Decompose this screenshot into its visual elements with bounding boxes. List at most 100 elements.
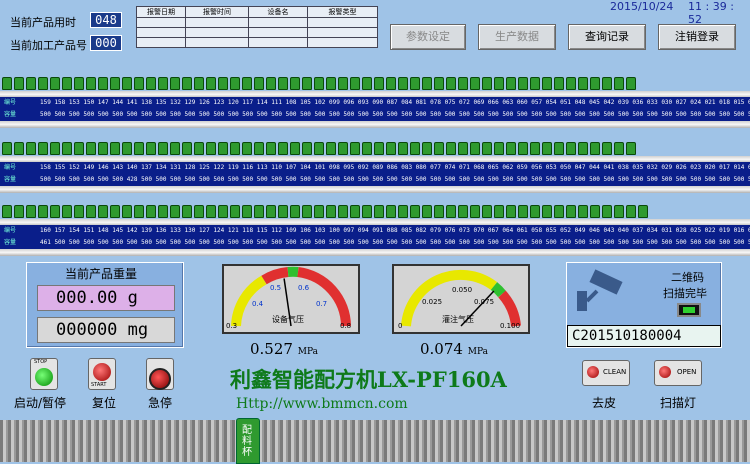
bottle (26, 205, 36, 218)
bottle (218, 205, 228, 218)
scan-light-lamp (659, 366, 671, 378)
reading-value: 0.074 (420, 340, 463, 358)
bottle (50, 205, 60, 218)
bottle (386, 205, 396, 218)
bottle (206, 205, 216, 218)
bottle-row-1 (2, 77, 748, 91)
bottle (590, 142, 600, 155)
device-pressure-dial: 0.3 0.4 0.5 0.6 0.7 0.8 设备气压 (224, 266, 358, 332)
bottle (230, 77, 240, 90)
logout-button[interactable]: 注销登录 (658, 24, 736, 50)
reset-button[interactable]: START (88, 358, 116, 390)
line-status-strip-3: 编号容量 160 157 154 151 148 145 142 139 136… (0, 225, 750, 249)
bottle (350, 142, 360, 155)
bottle (434, 205, 444, 218)
tick-label: 0.025 (422, 298, 442, 306)
start-lamp (35, 368, 53, 386)
line-qtys: 500 500 500 500 500 500 500 500 500 500 … (40, 109, 750, 121)
line-qtys: 461 500 500 500 500 500 500 500 500 500 … (40, 237, 750, 249)
param-settings-button[interactable]: 参数设定 (390, 24, 466, 50)
bottle (350, 205, 360, 218)
bottle (98, 205, 108, 218)
emergency-stop-label: 急停 (148, 394, 172, 411)
bottle (458, 142, 468, 155)
bottle (494, 77, 504, 90)
stop-tag: STOP (34, 359, 47, 365)
product-no-label: 当前加工产品号 (10, 37, 87, 53)
weight-panel: 当前产品重量 000.00 g 000000 mg (26, 262, 184, 348)
bottle (434, 142, 444, 155)
bottle (170, 77, 180, 90)
tare-button[interactable]: CLEAN (582, 360, 630, 386)
bottle (614, 205, 624, 218)
tick-label: 0.5 (270, 284, 281, 292)
bottle (374, 77, 384, 90)
reset-label: 复位 (92, 394, 116, 411)
tare-label: 去皮 (592, 394, 616, 411)
bottle (314, 142, 324, 155)
bottle (50, 77, 60, 90)
line-ids: 160 157 154 151 148 145 142 139 136 133 … (40, 225, 750, 237)
bottle (506, 77, 516, 90)
bottle (470, 205, 480, 218)
bottle (86, 142, 96, 155)
line-status-strip-1: 编号容量 159 158 153 150 147 144 141 138 135… (0, 97, 750, 121)
conveyor-rail-2b (0, 186, 750, 193)
line-qty-label: 容量 (4, 237, 36, 249)
bottle (446, 205, 456, 218)
bottle (578, 142, 588, 155)
bottle (254, 142, 264, 155)
bottle (566, 142, 576, 155)
bottle (422, 205, 432, 218)
qr-title-line2: 扫描完毕 (663, 285, 707, 301)
tick-label: 0.100 (500, 322, 520, 330)
dial-zone-green (494, 286, 502, 294)
bottle (458, 205, 468, 218)
alarm-col-date: 报警日期 (137, 7, 186, 18)
bottle (626, 142, 636, 155)
bottle (338, 142, 348, 155)
bottle (254, 77, 264, 90)
bottle (206, 77, 216, 90)
query-records-button[interactable]: 查询记录 (568, 24, 646, 50)
bottle (518, 142, 528, 155)
open-tag: OPEN (677, 368, 696, 376)
bottle (218, 142, 228, 155)
qr-code-value: C201510180004 (567, 325, 721, 347)
start-stop-button[interactable]: STOP (30, 358, 58, 390)
bottle (542, 205, 552, 218)
alarm-col-time: 报警时间 (186, 7, 249, 18)
estop-lamp (149, 368, 171, 390)
reading-unit: MPa (298, 347, 318, 357)
bottle (314, 77, 324, 90)
scan-light-button[interactable]: OPEN (654, 360, 702, 386)
bottle (386, 77, 396, 90)
bottle (62, 142, 72, 155)
bottle (398, 205, 408, 218)
bottle (602, 142, 612, 155)
table-row (137, 28, 378, 38)
bottle (482, 142, 492, 155)
bottle (494, 205, 504, 218)
production-data-button[interactable]: 生产数据 (478, 24, 556, 50)
bottle (626, 77, 636, 90)
bottle (158, 77, 168, 90)
ingredient-cup-label: 配料杯 (242, 425, 254, 458)
bottle (530, 142, 540, 155)
tare-lamp (587, 366, 599, 378)
bottle (182, 205, 192, 218)
tick-label: 0.6 (298, 284, 310, 292)
bottle (38, 205, 48, 218)
alarm-table[interactable]: 报警日期 报警时间 设备名 报警类型 (136, 6, 378, 48)
scan-light-label: 扫描灯 (660, 394, 696, 411)
fill-pressure-dial: 0 0.025 0.050 0.075 0.100 灌注气压 (394, 266, 528, 332)
bottle (542, 77, 552, 90)
bottle (434, 77, 444, 90)
bottle (314, 205, 324, 218)
bottle (110, 77, 120, 90)
bottle (374, 205, 384, 218)
emergency-stop-button[interactable] (146, 358, 174, 390)
tick-label: 0 (398, 322, 402, 330)
reading-unit: MPa (468, 347, 488, 357)
bottle (398, 142, 408, 155)
